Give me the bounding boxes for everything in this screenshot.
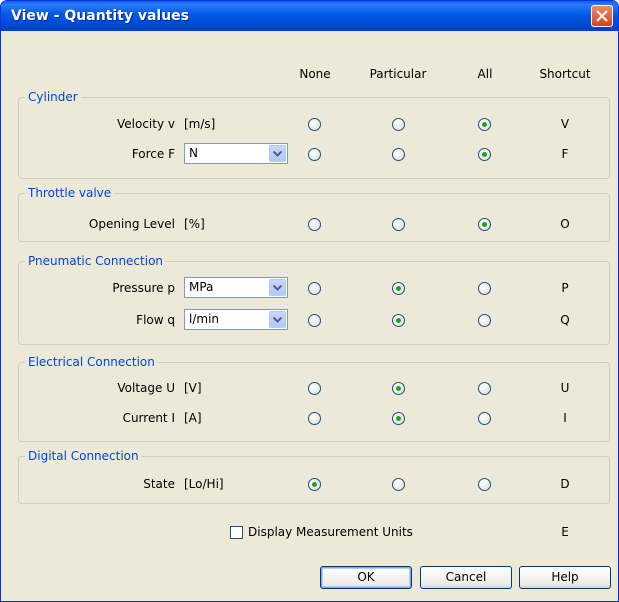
flow-radio-all[interactable]: [478, 314, 491, 327]
help-button[interactable]: Help: [519, 566, 611, 589]
group-title-digital-connection: Digital Connection: [25, 449, 142, 463]
velocity-shortcut: V: [560, 117, 570, 131]
opening-level-unit: [%]: [184, 217, 205, 231]
group-title-cylinder: Cylinder: [25, 90, 81, 104]
pressure-shortcut: P: [561, 281, 569, 295]
force-shortcut: F: [561, 147, 569, 161]
group-electrical-connection: Electrical Connection: [18, 355, 610, 442]
chevron-down-icon: [273, 317, 282, 323]
velocity-unit: [m/s]: [184, 117, 216, 131]
column-header-all: All: [477, 67, 493, 81]
flow-label: Flow q: [136, 313, 175, 327]
velocity-label: Velocity v: [117, 117, 175, 131]
state-label: State: [143, 477, 175, 491]
display-units-shortcut: E: [561, 525, 569, 539]
pressure-radio-particular[interactable]: [392, 282, 405, 295]
pressure-radio-none[interactable]: [308, 282, 321, 295]
force-unit-value: N: [189, 146, 198, 160]
flow-unit-select[interactable]: l/min: [184, 309, 288, 330]
flow-unit-value: l/min: [189, 312, 220, 326]
velocity-radio-none[interactable]: [308, 118, 321, 131]
display-units-checkbox[interactable]: [230, 526, 243, 539]
state-shortcut: D: [560, 477, 570, 491]
force-radio-none[interactable]: [308, 148, 321, 161]
column-header-none: None: [299, 67, 331, 81]
group-pneumatic-connection: Pneumatic Connection: [18, 254, 610, 345]
current-unit: [A]: [184, 411, 202, 425]
chevron-down-icon: [273, 151, 282, 157]
velocity-radio-all[interactable]: [478, 118, 491, 131]
pressure-unit-value: MPa: [189, 280, 214, 294]
current-radio-particular[interactable]: [392, 412, 405, 425]
force-label: Force F: [131, 147, 175, 161]
window-title: View - Quantity values: [11, 8, 190, 24]
state-radio-none[interactable]: [308, 478, 321, 491]
force-radio-particular[interactable]: [392, 148, 405, 161]
dialog-content: None Particular All Shortcut Cylinder Ve…: [1, 31, 618, 601]
voltage-label: Voltage U: [117, 381, 175, 395]
flow-shortcut: Q: [560, 313, 570, 327]
voltage-radio-all[interactable]: [478, 382, 491, 395]
current-shortcut: I: [563, 411, 567, 425]
state-radio-particular[interactable]: [392, 478, 405, 491]
flow-radio-none[interactable]: [308, 314, 321, 327]
pressure-radio-all[interactable]: [478, 282, 491, 295]
group-title-pneumatic-connection: Pneumatic Connection: [25, 254, 167, 268]
opening-shortcut: O: [560, 217, 570, 231]
voltage-radio-particular[interactable]: [392, 382, 405, 395]
flow-dropdown-button[interactable]: [269, 311, 286, 328]
opening-radio-all[interactable]: [478, 218, 491, 231]
title-bar[interactable]: View - Quantity values: [1, 1, 618, 31]
current-label: Current I: [122, 411, 175, 425]
voltage-radio-none[interactable]: [308, 382, 321, 395]
column-header-shortcut: Shortcut: [539, 67, 591, 81]
close-button[interactable]: [591, 5, 613, 27]
group-title-throttle-valve: Throttle valve: [25, 186, 115, 200]
pressure-unit-select[interactable]: MPa: [184, 277, 288, 298]
voltage-unit: [V]: [184, 381, 202, 395]
force-unit-select[interactable]: N: [184, 143, 288, 164]
pressure-dropdown-button[interactable]: [269, 279, 286, 296]
pressure-label: Pressure p: [112, 281, 175, 295]
voltage-shortcut: U: [560, 381, 570, 395]
chevron-down-icon: [273, 285, 282, 291]
column-header-particular: Particular: [369, 67, 427, 81]
state-radio-all[interactable]: [478, 478, 491, 491]
force-dropdown-button[interactable]: [269, 145, 286, 162]
opening-radio-none[interactable]: [308, 218, 321, 231]
cancel-button[interactable]: Cancel: [420, 566, 512, 589]
group-title-electrical-connection: Electrical Connection: [25, 355, 158, 369]
group-cylinder: Cylinder: [18, 90, 610, 179]
opening-radio-particular[interactable]: [392, 218, 405, 231]
dialog-window: View - Quantity values None Particular A…: [0, 0, 619, 602]
ok-button[interactable]: OK: [320, 566, 412, 589]
current-radio-none[interactable]: [308, 412, 321, 425]
force-radio-all[interactable]: [478, 148, 491, 161]
velocity-radio-particular[interactable]: [392, 118, 405, 131]
flow-radio-particular[interactable]: [392, 314, 405, 327]
display-units-label[interactable]: Display Measurement Units: [248, 525, 413, 539]
opening-level-label: Opening Level: [88, 217, 175, 231]
state-unit: [Lo/Hi]: [184, 477, 224, 491]
close-icon: [596, 10, 608, 22]
current-radio-all[interactable]: [478, 412, 491, 425]
